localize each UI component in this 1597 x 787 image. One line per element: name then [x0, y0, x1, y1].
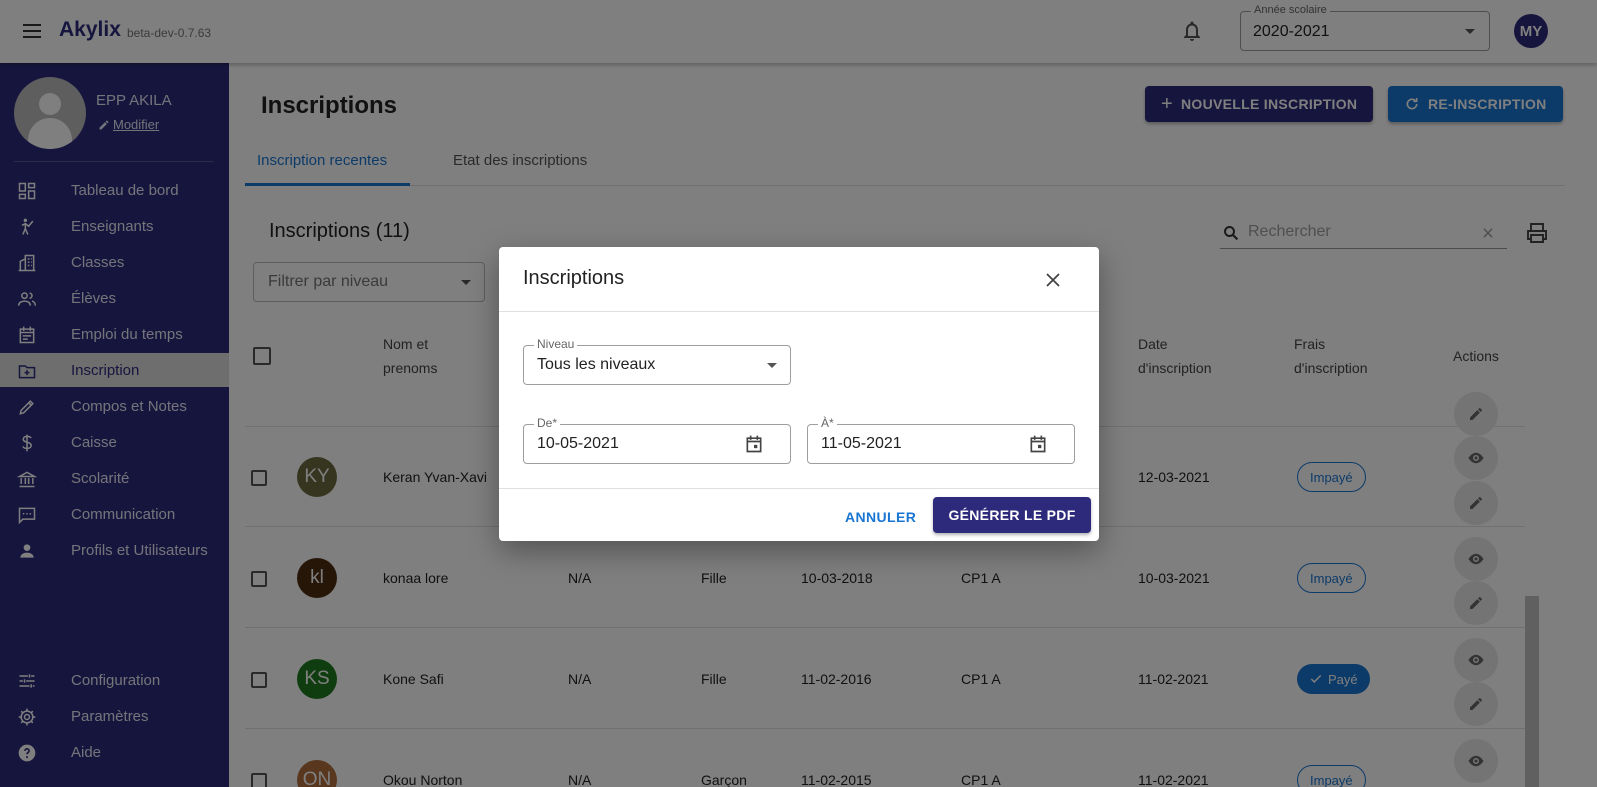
- close-icon[interactable]: [1044, 271, 1062, 289]
- to-date-label: À*: [818, 416, 837, 430]
- level-select[interactable]: Niveau Tous les niveaux: [523, 337, 791, 385]
- from-date-value: 10-05-2021: [537, 435, 619, 452]
- inscriptions-pdf-dialog: Inscriptions Niveau Tous les niveaux De*…: [499, 247, 1099, 541]
- from-date-label: De*: [534, 416, 561, 430]
- chevron-down-icon: [767, 363, 777, 368]
- dialog-title: Inscriptions: [523, 267, 625, 289]
- cancel-button[interactable]: ANNULER: [839, 499, 922, 535]
- to-date-field[interactable]: À* 11-05-2021: [807, 416, 1075, 464]
- dialog-divider: [499, 488, 1099, 489]
- to-date-value: 11-05-2021: [821, 435, 902, 452]
- level-value: Tous les niveaux: [537, 356, 656, 373]
- calendar-icon[interactable]: [744, 434, 764, 454]
- dialog-divider: [499, 311, 1099, 312]
- from-date-field[interactable]: De* 10-05-2021: [523, 416, 791, 464]
- calendar-icon[interactable]: [1028, 434, 1048, 454]
- level-label: Niveau: [534, 337, 578, 351]
- generate-pdf-button[interactable]: GÉNÉRER LE PDF: [933, 497, 1091, 533]
